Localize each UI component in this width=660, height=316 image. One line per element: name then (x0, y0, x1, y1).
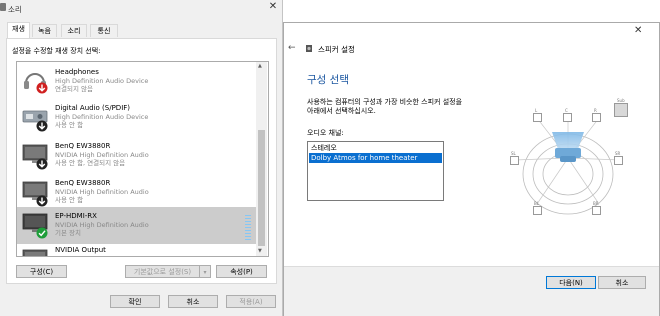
speaker-label: Sub (617, 98, 625, 103)
volume-level-meter (245, 215, 251, 240)
ok-button[interactable]: 확인 (110, 295, 160, 308)
next-button[interactable]: 다음(N) (546, 276, 596, 289)
red-down-arrow-icon (36, 82, 48, 94)
device-driver: NVIDIA High Definition Audio (55, 221, 149, 229)
black-down-arrow-icon (36, 158, 48, 170)
cancel-button[interactable]: 취소 (598, 276, 646, 289)
speaker-icon (306, 45, 312, 52)
speaker-front-left[interactable] (533, 113, 542, 122)
speaker-label: R (594, 108, 597, 113)
sound-dialog-title: 소리 (8, 5, 22, 14)
list-item[interactable]: BenQ EW3880R NVIDIA High Definition Audi… (17, 138, 258, 175)
configure-button[interactable]: 구성(C) (16, 265, 67, 278)
tab-playback[interactable]: 재생 (7, 22, 30, 38)
device-name: NVIDIA Output (55, 246, 106, 254)
speaker-back-right[interactable] (592, 206, 601, 215)
speaker-label: BR (593, 201, 599, 206)
green-check-icon (36, 227, 48, 239)
set-default-dropdown-icon[interactable]: ▾ (199, 265, 211, 278)
scroll-down-icon[interactable]: ▼ (258, 248, 262, 254)
black-down-arrow-icon (36, 120, 48, 132)
list-item[interactable]: Digital Audio (S/PDIF) High Definition A… (17, 100, 258, 137)
tab-communications[interactable]: 통신 (90, 24, 118, 37)
list-item[interactable]: NVIDIA Output (17, 243, 258, 256)
device-driver: High Definition Audio Device (55, 77, 149, 85)
speaker-side-right[interactable] (614, 156, 623, 165)
set-default-button[interactable]: 기본값으로 설정(S) (125, 265, 199, 278)
scroll-up-icon[interactable]: ▲ (258, 63, 262, 69)
list-item-selected[interactable]: EP-HDMI-RX NVIDIA High Definition Audio … (17, 207, 258, 244)
speaker-front-right[interactable] (592, 113, 601, 122)
tab-recording[interactable]: 녹음 (32, 24, 57, 37)
device-status: 사용 안 함, 연결되지 않음 (55, 159, 126, 167)
speaker-label: SL (511, 151, 516, 156)
back-arrow-icon[interactable]: ← (288, 43, 296, 53)
cancel-button[interactable]: 취소 (168, 295, 218, 308)
description-line-2: 아래에서 선택하십시오. (307, 107, 376, 115)
close-icon[interactable]: ✕ (634, 25, 642, 36)
device-driver: NVIDIA High Definition Audio (55, 188, 149, 196)
device-list-scrollbar[interactable]: ▲ ▼ (256, 62, 267, 256)
audio-channels-label: 오디오 채널: (307, 129, 344, 137)
device-status: 기본 장치 (55, 229, 81, 237)
tab-sounds[interactable]: 소리 (61, 24, 87, 37)
speaker-setup-title: 스피커 설정 (318, 45, 355, 54)
speaker-center[interactable] (563, 113, 572, 122)
scrollbar-thumb[interactable] (258, 130, 265, 246)
device-status: 사용 안 함 (55, 196, 84, 204)
list-item[interactable]: Headphones High Definition Audio Device … (17, 64, 258, 101)
speaker-label: SR (615, 151, 621, 156)
speaker-back-left[interactable] (533, 206, 542, 215)
speaker-side-left[interactable] (510, 156, 519, 165)
channel-option-dolby-atmos[interactable]: Dolby Atmos for home theater (309, 153, 442, 163)
properties-button[interactable]: 속성(P) (216, 265, 267, 278)
speaker-label: C (565, 108, 568, 113)
device-name: BenQ EW3880R (55, 142, 111, 150)
speaker-setup-footer (284, 266, 659, 316)
audio-channel-list[interactable]: 스테레오 Dolby Atmos for home theater (307, 141, 444, 201)
black-down-arrow-icon (36, 195, 48, 207)
apply-button[interactable]: 적용(A) (226, 295, 276, 308)
instruction-label: 설정을 수정할 재생 장치 선택: (12, 47, 101, 55)
device-driver: NVIDIA High Definition Audio (55, 151, 149, 159)
channel-option-stereo[interactable]: 스테레오 (309, 143, 442, 153)
speaker-label: BL (534, 201, 539, 206)
device-driver: High Definition Audio Device (55, 113, 149, 121)
device-name: Digital Audio (S/PDIF) (55, 104, 131, 112)
speaker-app-icon (0, 3, 6, 11)
monitor-icon (22, 249, 48, 256)
subwoofer[interactable] (614, 103, 628, 117)
device-name: EP-HDMI-RX (55, 212, 97, 220)
close-icon[interactable]: ✕ (266, 1, 280, 13)
device-status: 연결되지 않음 (55, 85, 93, 93)
device-name: Headphones (55, 68, 99, 76)
device-name: BenQ EW3880R (55, 179, 111, 187)
speaker-label: L (535, 108, 538, 113)
page-heading: 구성 선택 (307, 74, 349, 86)
device-list[interactable]: Headphones High Definition Audio Device … (16, 61, 269, 257)
device-status: 사용 안 함 (55, 121, 84, 129)
